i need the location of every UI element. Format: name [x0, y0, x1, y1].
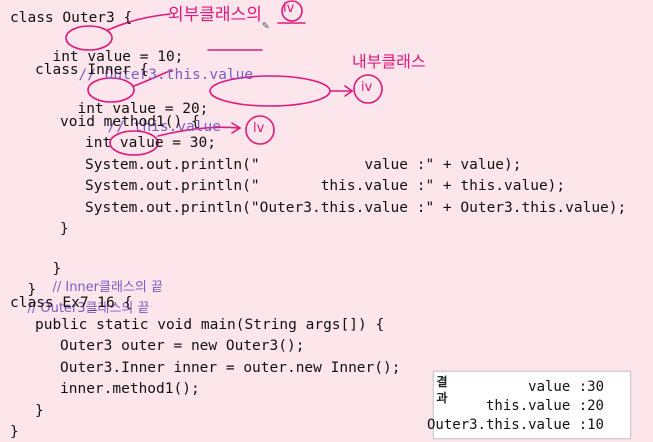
code-line-8: System.out.println(" this.value :" + thi…	[85, 178, 566, 194]
outer-class-note: 외부클래스의	[168, 5, 262, 25]
code-line-7: System.out.println(" value :" + value);	[85, 157, 522, 173]
output-line-1: value :30	[528, 379, 604, 395]
code-line-5: void method1() {	[60, 114, 200, 130]
inner-badge-label: iv	[361, 80, 373, 95]
output-label: 결과	[436, 375, 448, 405]
output-panel: value :30 this.value :20 Outer3.this.val…	[427, 371, 631, 439]
code-line-10: }	[60, 221, 69, 237]
code-line-1: class Outer3 {	[10, 10, 133, 26]
output-line-2: this.value :20	[485, 398, 604, 414]
inner-class-note: 내부클래스	[352, 52, 426, 71]
mouse-cursor-icon: ✎	[262, 18, 270, 32]
code-line-17: inner.method1();	[60, 381, 200, 397]
code-line-14: public static void main(String args[]) {	[35, 317, 385, 333]
local-badge-label: lv	[253, 121, 265, 136]
code-line-6: int value = 30;	[85, 135, 216, 151]
code-line-9: System.out.println("Outer3.this.value :"…	[85, 200, 627, 216]
code-line-3: class Inner {	[35, 62, 149, 78]
code-line-16: Outer3.Inner inner = outer.new Inner();	[60, 360, 401, 376]
code-line-13: class Ex7_16 {	[10, 295, 133, 311]
output-line-3: Outer3.this.value :10	[426, 417, 604, 433]
code-line-18: }	[35, 403, 44, 419]
code-line-19: }	[10, 424, 19, 440]
code-line-15: Outer3 outer = new Outer3();	[60, 338, 305, 354]
outer-badge-label: iv	[283, 1, 295, 16]
